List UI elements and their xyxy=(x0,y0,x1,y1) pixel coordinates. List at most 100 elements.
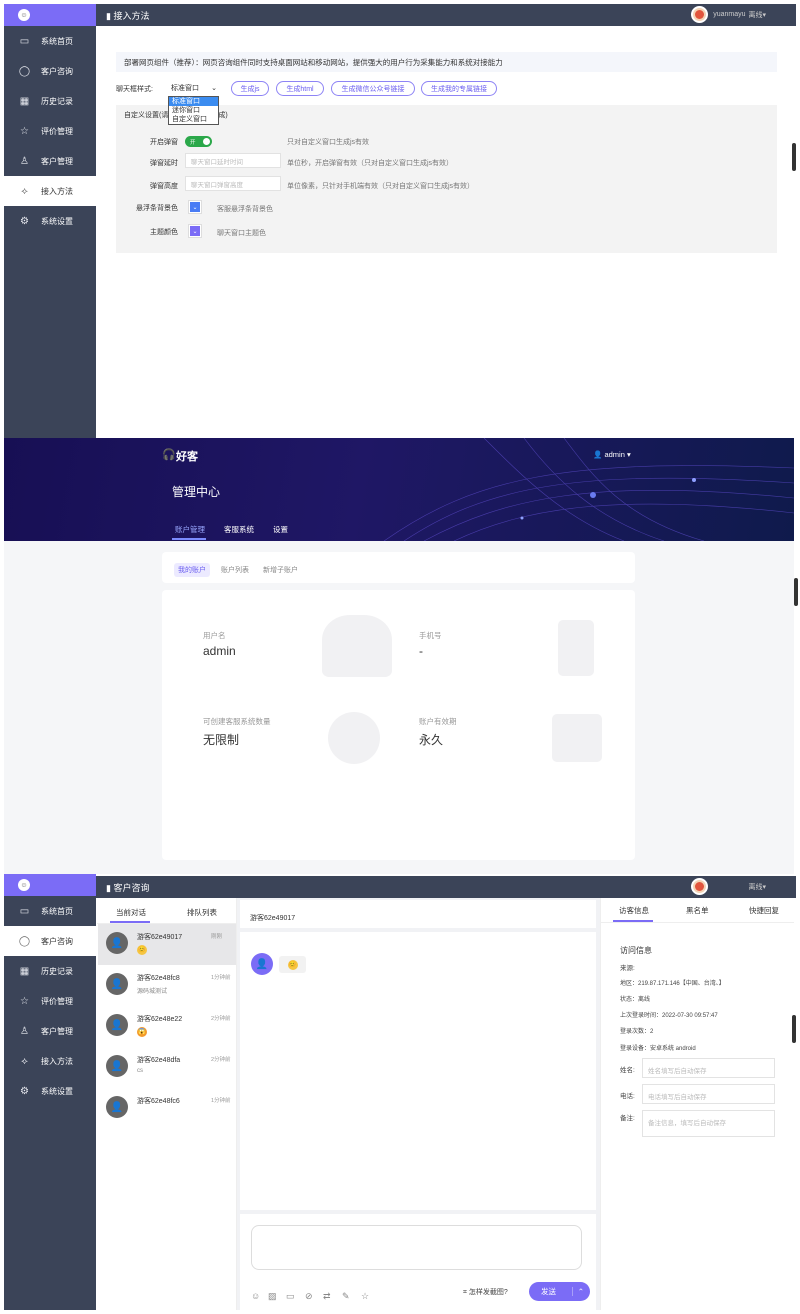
plug-icon: ⟡ xyxy=(21,185,28,197)
sidebar-item-access[interactable]: ⟡ 接入方法 xyxy=(4,176,96,206)
folder-icon[interactable]: ▭ xyxy=(286,1291,295,1302)
visitor-source: 来源: xyxy=(620,965,635,972)
visitor-login-count: 登录次数：2 xyxy=(620,1029,654,1035)
theme-color-hint: 聊天窗口主题色 xyxy=(217,230,266,237)
tab-divider xyxy=(601,922,794,923)
bar-color-hint: 客服悬浮条背景色 xyxy=(217,206,273,213)
sidebar-item-home[interactable]: ▭ 系统首页 xyxy=(4,896,96,926)
screenshot-help[interactable]: ⌗ 怎样发截图? xyxy=(463,1287,508,1297)
tab-visitor-info[interactable]: 访客信息 xyxy=(619,905,649,916)
app-logo: ☺ xyxy=(4,874,96,896)
gear-icon: ⚙ xyxy=(20,215,29,227)
popup-hint: 只对自定义窗口生成js有效 xyxy=(287,139,370,146)
option-standard[interactable]: 标准窗口 xyxy=(169,97,218,106)
scroll-handle[interactable] xyxy=(792,143,796,171)
bar-color-picker[interactable]: ⌄ xyxy=(188,200,202,214)
user-avatar-icon: 👤 xyxy=(106,1096,128,1118)
subtab-my-account[interactable]: 我的账户 xyxy=(174,563,210,577)
app-logo: ☺ xyxy=(4,4,96,26)
sidebar-item-settings[interactable]: ⚙ 系统设置 xyxy=(4,206,96,236)
subtab-account-list[interactable]: 账户列表 xyxy=(217,563,253,577)
tab-current-chats[interactable]: 当前对话 xyxy=(116,907,146,918)
status-dropdown[interactable]: 离线▾ xyxy=(748,10,766,20)
visitor-heading: 访问信息 xyxy=(620,946,652,955)
sidebar-item-rating[interactable]: ☆ 评价管理 xyxy=(4,986,96,1016)
deploy-notice: 部署网页组件（推荐）：网页咨询组件同时支持桌面网站和移动网站，提供强大的用户行为… xyxy=(116,52,777,72)
tab-service[interactable]: 客服系统 xyxy=(224,524,254,535)
height-label: 弹窗高度 xyxy=(150,183,178,190)
user-icon: 👤 xyxy=(593,450,603,459)
status-dropdown[interactable]: 离线▾ xyxy=(748,882,766,892)
sidebar-2: ☺ ▭ 系统首页 ◯ 客户咨询 ▦ 历史记录 ☆ 评价管理 ♙ 客户管理 ⟡ 接入方法 ⚙ 系… xyxy=(4,874,96,1310)
sidebar-item-home[interactable]: ▭ 系统首页 xyxy=(4,26,96,56)
avatar[interactable] xyxy=(691,878,709,895)
option-mini[interactable]: 迷你窗口 xyxy=(169,106,218,115)
visitor-info-panel xyxy=(600,898,794,1310)
delay-label: 弹窗延时 xyxy=(150,160,178,167)
admin-menu[interactable]: 👤 admin ▾ xyxy=(593,450,631,459)
theme-color-picker[interactable]: ⌄ xyxy=(188,224,202,238)
sidebar-item-rating[interactable]: ☆ 评价管理 xyxy=(4,116,96,146)
send-options-icon[interactable]: ⌃ xyxy=(571,1287,584,1296)
scroll-handle[interactable] xyxy=(792,1015,796,1043)
phone-field[interactable]: 电话填写后自动保存 xyxy=(642,1084,775,1104)
message-bubble: 😊 xyxy=(279,956,306,973)
chevron-down-icon: ⌄ xyxy=(211,85,217,92)
robot-icon: ☺ xyxy=(18,9,30,21)
gen-js-button[interactable]: 生成js xyxy=(231,81,269,96)
sidebar-item-consult[interactable]: ◯ 客户咨询 xyxy=(4,926,96,956)
height-hint: 单位像素，只针对手机端有效（只对自定义窗口生成js有效） xyxy=(287,183,475,190)
delay-input[interactable]: 聊天窗口延时时间 xyxy=(185,153,281,168)
admin-banner: 🎧 好客 👤 admin ▾ 管理中心 xyxy=(4,438,794,541)
sidebar-item-customers[interactable]: ♙ 客户管理 xyxy=(4,1016,96,1046)
tab-active-indicator xyxy=(172,538,206,540)
faq-icon[interactable]: ☆ xyxy=(361,1291,369,1302)
tab-settings[interactable]: 设置 xyxy=(273,524,288,535)
tab-account[interactable]: 账户管理 xyxy=(175,524,205,535)
bar-color-label: 悬浮条背景色 xyxy=(136,205,178,212)
sidebar-item-consult[interactable]: ◯ 客户咨询 xyxy=(4,56,96,86)
headset-icon: 🎧 xyxy=(162,449,176,461)
conversation-item[interactable]: 👤 游客62e48dfa cs 2分钟前 xyxy=(98,1047,236,1088)
calendar-icon: ▦ xyxy=(19,965,30,977)
sidebar-item-history[interactable]: ▦ 历史记录 xyxy=(4,956,96,986)
emoji-icon[interactable]: ☺ xyxy=(251,1291,260,1301)
transfer-icon[interactable]: ⇄ xyxy=(323,1291,331,1302)
sidebar-item-access[interactable]: ⟡ 接入方法 xyxy=(4,1046,96,1076)
rating-icon[interactable]: ✎ xyxy=(342,1291,350,1302)
tab-blacklist[interactable]: 黑名单 xyxy=(686,905,709,916)
sidebar-item-history[interactable]: ▦ 历史记录 xyxy=(4,86,96,116)
block-icon[interactable]: ⊘ xyxy=(305,1291,313,1302)
avatar[interactable] xyxy=(691,6,709,23)
message-input[interactable] xyxy=(251,1225,582,1270)
visitor-device: 登录设备：安卓系统 android xyxy=(620,1046,696,1052)
send-button[interactable]: 发送 ⌃ xyxy=(529,1282,590,1301)
user-avatar-icon: 👤 xyxy=(106,1014,128,1036)
sidebar-item-settings[interactable]: ⚙ 系统设置 xyxy=(4,1076,96,1106)
top-bar-2: ▮ 客户咨询 离线▾ xyxy=(96,876,796,898)
chat-style-select[interactable]: 标准窗口 ⌄ xyxy=(168,81,220,95)
conversation-item[interactable]: 👤 游客62e48e22 😱 2分钟前 xyxy=(98,1006,236,1047)
chat-style-dropdown: 标准窗口 迷你窗口 自定义窗口 xyxy=(168,96,219,125)
subtab-add-sub[interactable]: 新增子账户 xyxy=(259,563,302,577)
sidebar-item-customers[interactable]: ♙ 客户管理 xyxy=(4,146,96,176)
username-value: admin xyxy=(203,644,236,658)
gen-my-link-button[interactable]: 生成我的专属链接 xyxy=(421,81,497,96)
tab-queue[interactable]: 排队列表 xyxy=(187,907,217,918)
conversation-item[interactable]: 👤 游客62e48fc6 1分钟前 xyxy=(98,1088,236,1129)
option-custom[interactable]: 自定义窗口 xyxy=(169,115,218,124)
popup-toggle[interactable]: 开 xyxy=(185,136,212,147)
note-field[interactable]: 备注信息，填写后自动保存 xyxy=(642,1110,775,1137)
gen-wechat-link-button[interactable]: 生成微信公众号链接 xyxy=(331,81,415,96)
gen-html-button[interactable]: 生成html xyxy=(276,81,324,96)
conversation-item[interactable]: 👤 游客62e49017 😊 刚刚 xyxy=(98,924,236,965)
brand-logo: 好客 xyxy=(176,451,198,463)
scroll-handle[interactable] xyxy=(794,578,798,606)
smile-emoji-icon: 😊 xyxy=(137,945,147,955)
tab-quick-reply[interactable]: 快捷回复 xyxy=(749,905,779,916)
height-input[interactable]: 聊天窗口弹窗高度 xyxy=(185,176,281,191)
conversation-item[interactable]: 👤 游客62e48fc8 源码城测试 1分钟前 xyxy=(98,965,236,1006)
user-avatar-icon: 👤 xyxy=(106,973,128,995)
name-field[interactable]: 姓名填写后自动保存 xyxy=(642,1058,775,1078)
image-icon[interactable]: ▨ xyxy=(268,1291,277,1302)
